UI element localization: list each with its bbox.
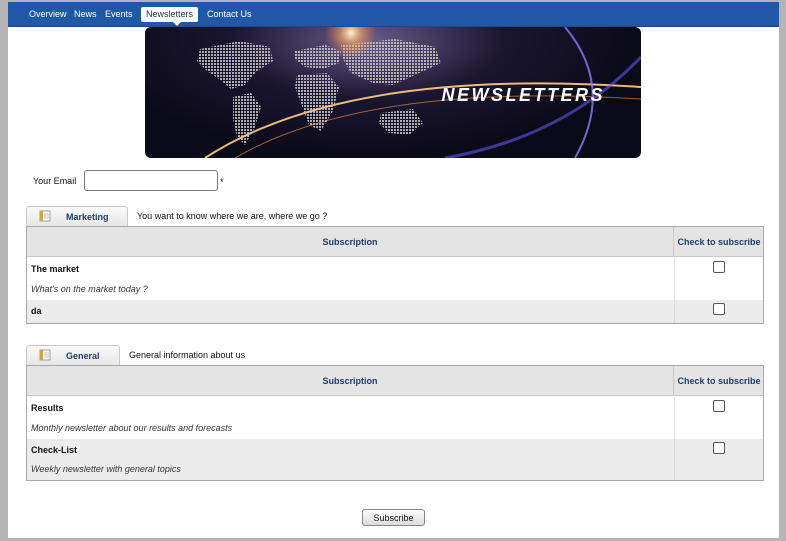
subscribe-checkbox[interactable] xyxy=(713,400,725,412)
table-row: Check-List Weekly newsletter with genera… xyxy=(27,439,763,480)
column-header-check: Check to subscribe xyxy=(677,376,761,386)
column-header-check: Check to subscribe xyxy=(677,237,761,247)
table-header: Subscription Check to subscribe xyxy=(27,366,763,396)
table-row: Results Monthly newsletter about our res… xyxy=(27,397,763,439)
tab-marketing-label: Marketing xyxy=(66,212,109,222)
table-header: Subscription Check to subscribe xyxy=(27,227,763,257)
column-divider xyxy=(674,397,675,439)
nav-events[interactable]: Events xyxy=(100,7,138,22)
subscribe-checkbox[interactable] xyxy=(713,303,725,315)
tab-general[interactable]: General xyxy=(26,345,120,365)
column-divider xyxy=(674,439,675,480)
column-divider xyxy=(674,300,675,323)
banner-title: NEWSLETTERS xyxy=(441,85,605,105)
nav-news[interactable]: News xyxy=(69,7,102,22)
general-table: Subscription Check to subscribe Results … xyxy=(26,365,764,481)
newsletter-name: Check-List xyxy=(31,445,78,455)
newsletter-name: The market xyxy=(31,264,80,274)
newsletter-name: Results xyxy=(31,403,64,413)
email-input[interactable] xyxy=(84,170,218,191)
marketing-description: You want to know where we are, where we … xyxy=(137,211,328,221)
tab-general-label: General xyxy=(66,351,100,361)
newsletter-description: Monthly newsletter about our results and… xyxy=(31,423,233,433)
active-nav-pointer xyxy=(173,22,181,26)
column-divider xyxy=(674,258,675,300)
nav-overview[interactable]: Overview xyxy=(24,7,72,22)
top-nav-bar: Overview News Events Newsletters Contact… xyxy=(8,2,779,27)
nav-newsletters[interactable]: Newsletters xyxy=(141,7,199,22)
newsletters-banner: NEWSLETTERS xyxy=(145,27,641,158)
newsletter-name: da xyxy=(31,306,42,316)
general-description: General information about us xyxy=(129,350,246,360)
book-icon xyxy=(39,210,51,222)
required-mark: * xyxy=(220,177,224,187)
table-row: The market What's on the market today ? xyxy=(27,258,763,300)
book-icon xyxy=(39,349,51,361)
nav-contact-us[interactable]: Contact Us xyxy=(202,7,257,22)
subscribe-checkbox[interactable] xyxy=(713,261,725,273)
column-header-subscription: Subscription xyxy=(27,227,674,257)
subscribe-checkbox[interactable] xyxy=(713,442,725,454)
newsletter-description: What's on the market today ? xyxy=(31,284,148,294)
tab-marketing[interactable]: Marketing xyxy=(26,206,128,226)
table-row: da xyxy=(27,300,763,323)
column-header-subscription: Subscription xyxy=(27,366,674,396)
newsletter-description: Weekly newsletter with general topics xyxy=(31,464,181,474)
marketing-table: Subscription Check to subscribe The mark… xyxy=(26,226,764,324)
email-label: Your Email xyxy=(33,176,77,186)
subscribe-button[interactable]: Subscribe xyxy=(362,509,425,526)
